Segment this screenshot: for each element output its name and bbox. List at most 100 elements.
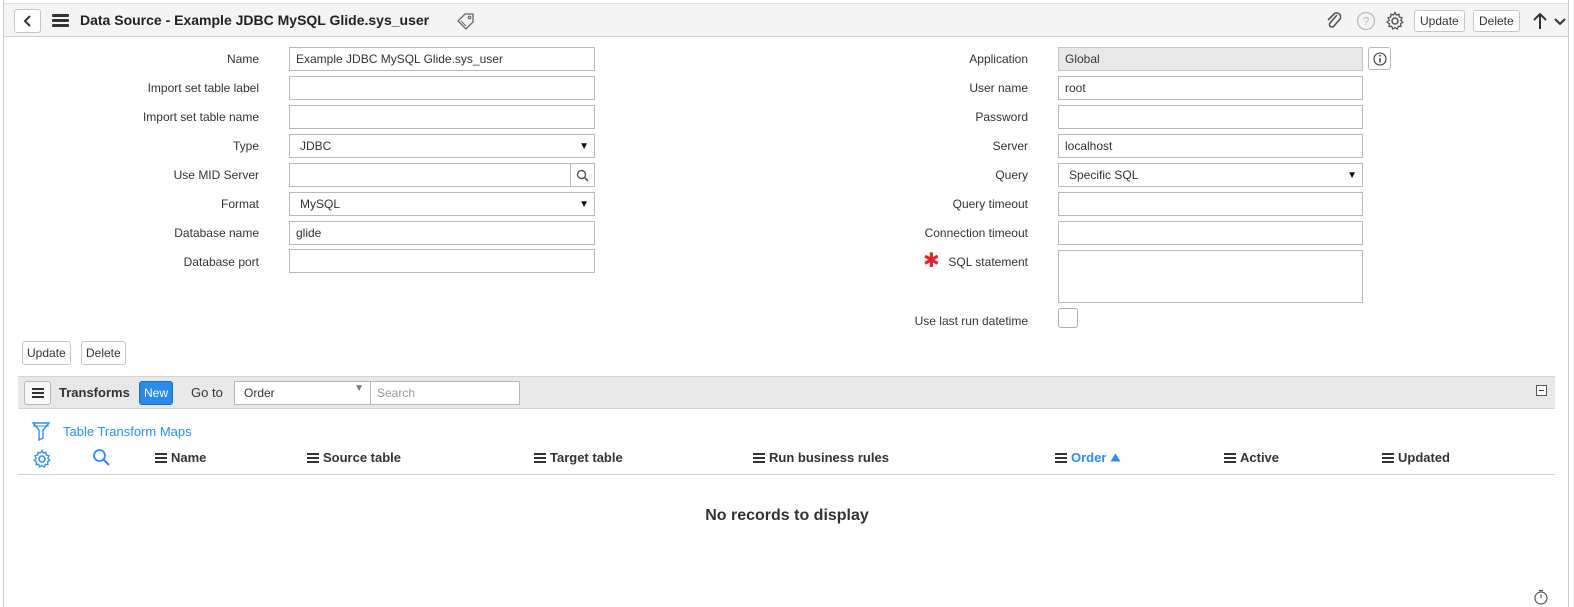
goto-label: Go to [191,385,223,400]
delete-button[interactable]: Delete [81,341,126,365]
collapse-button[interactable] [1536,385,1547,396]
list-search-input[interactable]: Search [371,381,520,405]
server-field[interactable]: localhost [1058,134,1363,158]
column-header-active[interactable]: Active [1224,450,1279,465]
import-set-table-label-label: Import set table label [147,81,259,95]
search-icon [576,169,589,182]
column-header-label: Source table [323,450,402,465]
format-label: Format [220,197,259,211]
sql-statement-textarea[interactable] [1058,250,1363,303]
dropdown-arrow-icon: ▼ [1347,170,1357,181]
column-header-source-table[interactable]: Source table [307,450,401,465]
goto-field-select[interactable]: Order ▼ [234,381,371,405]
filter-icon[interactable] [32,421,50,441]
filter-breadcrumb: Table Transform Maps [32,421,192,441]
paperclip-icon[interactable] [1325,11,1343,31]
import-set-table-name-field[interactable] [289,105,595,129]
new-button[interactable]: New [139,381,174,405]
up-arrow-icon[interactable] [1532,11,1548,31]
database-name-field[interactable]: glide [289,221,595,245]
server-value: localhost [1065,139,1113,153]
query-value: Specific SQL [1069,168,1139,182]
database-port-field[interactable] [289,249,595,273]
format-select[interactable]: MySQL ▼ [289,192,595,216]
type-select[interactable]: JDBC ▼ [289,134,595,158]
related-list-header: Transforms New Go to Order ▼ Search [18,376,1555,409]
dropdown-arrow-icon: ▼ [354,383,364,394]
svg-text:?: ? [1363,15,1370,29]
goto-value: Order [244,386,275,400]
user-name-value: root [1065,81,1086,95]
dropdown-arrow-icon: ▼ [579,141,589,152]
mid-server-field[interactable] [289,163,595,187]
password-field[interactable] [1058,105,1363,129]
use-mid-server-label: Use MID Server [173,168,259,182]
back-arrow-icon [23,15,31,27]
filter-link[interactable]: Table Transform Maps [63,424,192,439]
help-icon[interactable]: ? [1356,11,1376,31]
column-menu-icon[interactable] [753,452,765,464]
type-value: JDBC [300,139,332,153]
column-menu-icon[interactable] [534,452,546,464]
page-title: Data Source - Example JDBC MySQL Glide.s… [80,12,430,28]
list-search-icon[interactable] [92,448,111,467]
column-header-label: Name [171,450,207,465]
search-placeholder: Search [377,386,416,400]
column-header-name[interactable]: Name [155,450,206,465]
info-icon [1372,51,1387,66]
column-header-updated[interactable]: Updated [1382,450,1450,465]
application-label: Application [969,52,1028,66]
name-value: Example JDBC MySQL Glide.sys_user [296,52,503,66]
sort-ascending-icon [1110,453,1121,462]
header-delete-button[interactable]: Delete [1473,10,1520,32]
column-menu-icon[interactable] [307,452,319,464]
user-name-label: User name [969,81,1028,95]
user-name-field[interactable]: root [1058,76,1363,100]
query-timeout-label: Query timeout [952,197,1028,211]
required-indicator-icon: ✱ [923,250,940,272]
hamburger-menu-icon[interactable] [52,14,69,28]
header-update-button[interactable]: Update [1414,10,1465,32]
related-list-menu-button[interactable] [24,381,51,405]
column-header-order[interactable]: Order [1055,450,1121,465]
table-header-divider [18,474,1555,475]
column-header-label: Updated [1398,450,1450,465]
column-header-label: Active [1240,450,1280,465]
column-header-target-table[interactable]: Target table [534,450,623,465]
empty-list-message: No records to display [705,507,869,524]
use-last-run-datetime-label: Use last run datetime [914,314,1028,328]
name-label: Name [226,52,259,66]
query-select[interactable]: Specific SQL ▼ [1058,163,1363,187]
name-field[interactable]: Example JDBC MySQL Glide.sys_user [289,47,595,71]
related-list-title: Transforms [59,385,130,400]
import-set-table-name-label: Import set table name [142,110,259,124]
column-menu-icon[interactable] [155,452,167,464]
column-menu-icon[interactable] [1382,452,1394,464]
query-timeout-field[interactable] [1058,192,1363,216]
query-label: Query [995,168,1028,182]
column-header-label: Order [1071,450,1107,465]
application-info-button[interactable] [1368,47,1391,70]
tag-icon[interactable] [456,12,476,30]
update-button[interactable]: Update [22,341,71,365]
chevron-down-icon[interactable] [1554,17,1566,27]
column-header-label: Run business rules [769,450,889,465]
application-value: Global [1065,52,1100,66]
use-last-run-datetime-checkbox[interactable] [1058,308,1078,328]
connection-timeout-field[interactable] [1058,221,1363,245]
server-label: Server [992,139,1028,153]
database-name-label: Database name [174,226,259,240]
column-menu-icon[interactable] [1055,452,1067,464]
column-menu-icon[interactable] [1224,452,1236,464]
back-button[interactable] [14,9,41,33]
import-set-table-label-field[interactable] [289,76,595,100]
list-settings-gear-icon[interactable] [32,449,52,469]
password-label: Password [975,110,1028,124]
database-port-label: Database port [183,255,259,269]
application-field: Global [1058,47,1363,71]
column-header-run-business-rules[interactable]: Run business rules [753,450,889,465]
timer-icon[interactable] [1533,589,1549,605]
gear-icon[interactable] [1385,11,1405,31]
mid-server-lookup-button[interactable] [570,164,594,186]
database-name-value: glide [296,226,322,240]
